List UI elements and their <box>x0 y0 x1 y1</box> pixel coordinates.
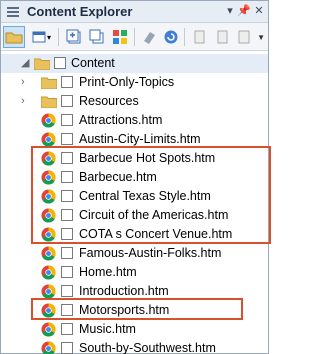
tree-item-label: South-by-Southwest.htm <box>79 341 216 354</box>
tree-item-label: Famous-Austin-Folks.htm <box>79 246 222 260</box>
checkbox[interactable] <box>61 76 73 88</box>
tree-item-label: Introduction.htm <box>79 284 169 298</box>
browser-file-icon <box>41 246 56 261</box>
grip-icon[interactable] <box>7 7 19 17</box>
grid-icon <box>113 30 127 44</box>
folder-icon <box>5 32 23 44</box>
checkbox[interactable] <box>61 266 73 278</box>
collapse-icon[interactable]: ◢ <box>21 56 31 69</box>
view-dropdown-icon[interactable]: ▾ <box>44 26 54 48</box>
content-explorer-window: Content Explorer ▾ 📌 ✕ ▾ ▼ ◢ Content › P… <box>0 0 271 354</box>
checkbox[interactable] <box>61 133 73 145</box>
pin-icon[interactable]: 📌 <box>237 4 251 18</box>
move-up-button[interactable] <box>188 26 210 48</box>
refresh-button[interactable] <box>160 26 182 48</box>
window-title: Content Explorer <box>27 4 133 19</box>
move-up-icon <box>194 30 205 44</box>
copy-icon <box>89 29 104 44</box>
open-folder-button[interactable] <box>3 26 25 48</box>
folder-icon <box>41 96 57 108</box>
expand-icon[interactable]: › <box>21 95 31 107</box>
tree-item-label: Austin-City-Limits.htm <box>79 132 201 146</box>
new-item-button[interactable] <box>63 26 85 48</box>
tree-item-label: Resources <box>79 94 139 108</box>
checkbox[interactable] <box>61 285 73 297</box>
tree-item-label: Home.htm <box>79 265 137 279</box>
browser-file-icon <box>41 265 56 280</box>
expand-icon[interactable]: › <box>21 76 31 88</box>
grid-view-button[interactable] <box>109 26 131 48</box>
dropdown-arrow-icon[interactable]: ▾ <box>223 4 237 18</box>
bind-button[interactable] <box>138 26 160 48</box>
move-down-icon <box>217 30 228 44</box>
highlight-box <box>31 146 271 244</box>
checkbox[interactable] <box>54 57 66 69</box>
tree-root[interactable]: ◢ Content <box>1 54 268 73</box>
checkbox[interactable] <box>61 114 73 126</box>
checkbox[interactable] <box>61 323 73 335</box>
close-icon[interactable]: ✕ <box>252 4 266 18</box>
checkbox[interactable] <box>61 247 73 259</box>
properties-button[interactable] <box>233 26 255 48</box>
tree-item-label: Attractions.htm <box>79 113 163 127</box>
browser-file-icon <box>41 113 56 128</box>
tree-item-file[interactable]: Attractions.htm <box>1 111 268 130</box>
title-bar: Content Explorer ▾ 📌 ✕ <box>1 1 268 23</box>
tree-item-label: Music.htm <box>79 322 136 336</box>
bind-icon <box>144 32 155 44</box>
tree-item-folder[interactable]: › Print-Only-Topics <box>1 73 268 92</box>
checkbox[interactable] <box>61 95 73 107</box>
tree-root-label: Content <box>71 56 115 70</box>
browser-file-icon <box>41 132 56 147</box>
highlight-box <box>31 298 243 320</box>
add-file-icon <box>66 29 81 44</box>
tree-item-file[interactable]: Music.htm <box>1 320 268 339</box>
folder-icon <box>34 58 50 70</box>
tree-item-label: Print-Only-Topics <box>79 75 175 89</box>
browser-file-icon <box>41 341 56 354</box>
toolbar: ▾ ▼ <box>1 23 268 51</box>
tree-item-file[interactable]: South-by-Southwest.htm <box>1 339 268 354</box>
tree-item-folder[interactable]: › Resources <box>1 92 268 111</box>
properties-icon <box>238 30 250 44</box>
copy-button[interactable] <box>86 26 108 48</box>
refresh-icon <box>164 30 178 44</box>
tree-item-file[interactable]: Famous-Austin-Folks.htm <box>1 244 268 263</box>
folder-icon <box>41 77 57 89</box>
tree-item-file[interactable]: Home.htm <box>1 263 268 282</box>
browser-file-icon <box>41 284 56 299</box>
overflow-arrow-icon[interactable]: ▼ <box>257 33 265 42</box>
move-down-button[interactable] <box>211 26 233 48</box>
checkbox[interactable] <box>61 342 73 354</box>
browser-file-icon <box>41 322 56 337</box>
